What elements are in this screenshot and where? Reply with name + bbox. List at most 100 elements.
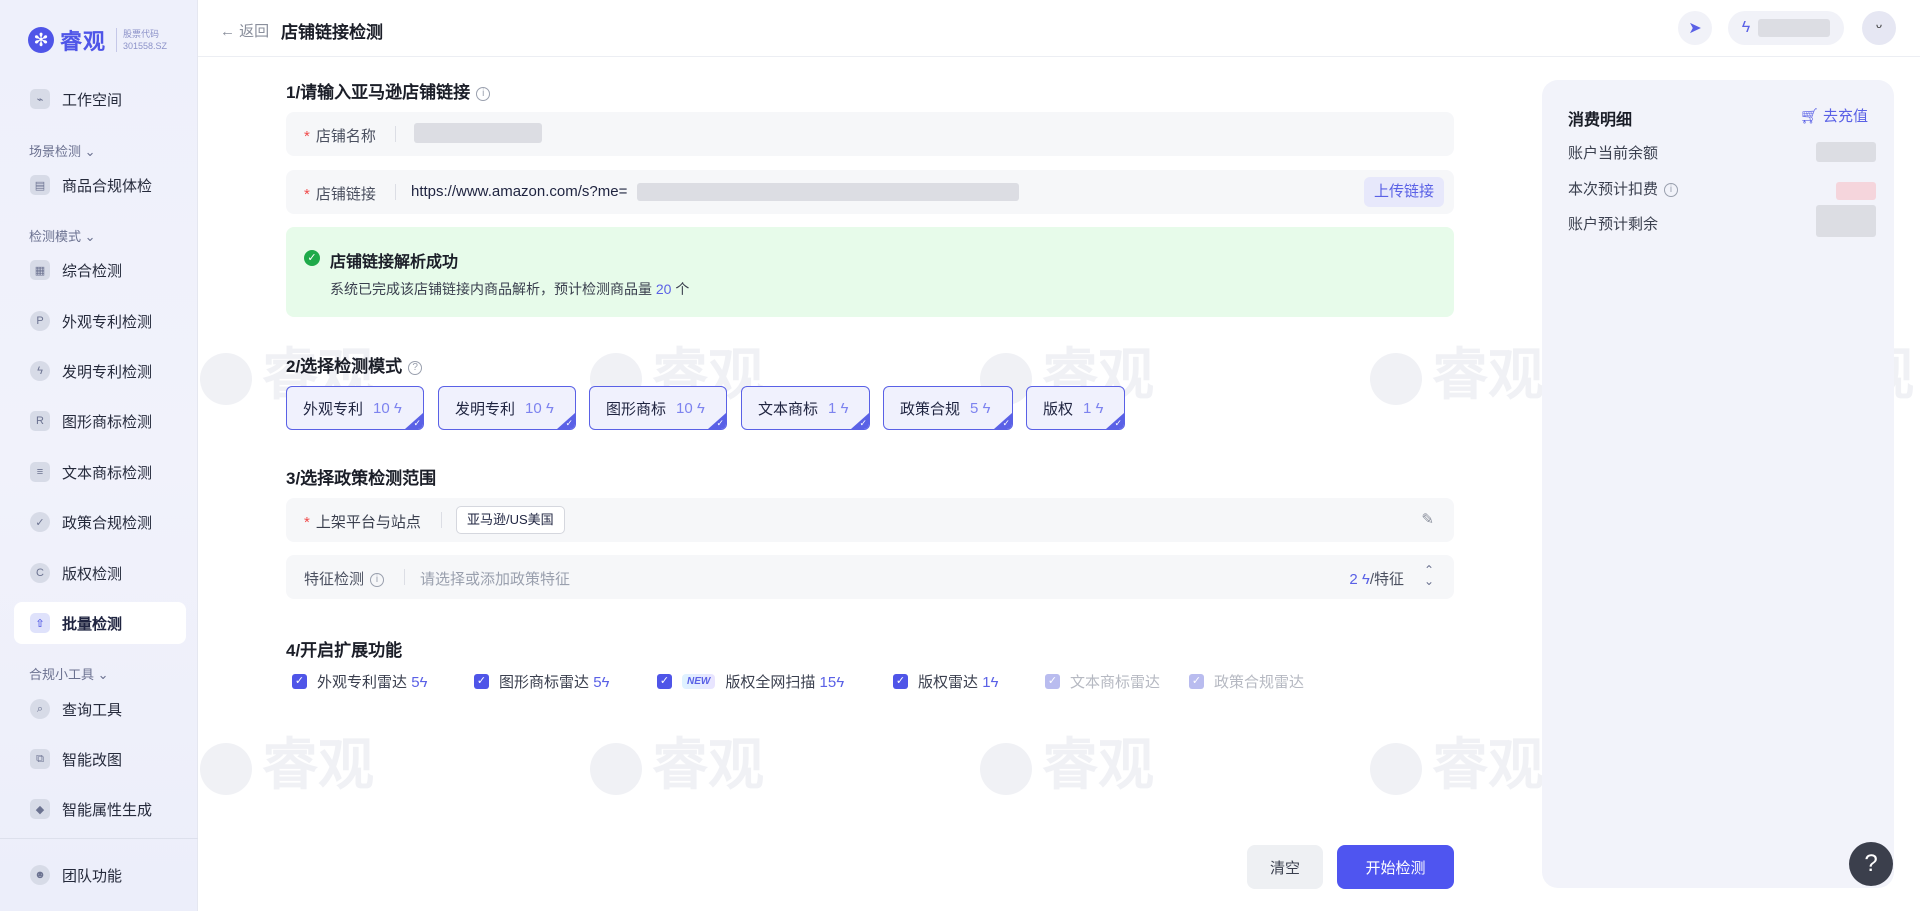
shop-name-field[interactable]: * 店铺名称 — [286, 112, 1454, 156]
sidebar-item-product-check[interactable]: ▤ 商品合规体检 — [14, 164, 186, 206]
text-icon: ≡ — [30, 462, 50, 482]
clear-button[interactable]: 清空 — [1247, 845, 1323, 889]
divider — [404, 569, 405, 585]
mode-invention-patent[interactable]: 发明专利 10 ϟ ✓ — [438, 386, 576, 430]
watermark: 睿观 — [590, 720, 764, 801]
logo-icon: ✻ — [28, 27, 54, 53]
back-link[interactable]: ← 返回 — [220, 20, 269, 41]
sidebar-item-design-patent[interactable]: P 外观专利检测 — [14, 300, 186, 342]
checkbox-checked[interactable]: ✓ — [893, 674, 908, 689]
watermark: 睿观 — [1370, 720, 1544, 801]
bolt-icon: ϟ — [1741, 19, 1751, 36]
chevron-down-icon: ⌄ — [84, 144, 96, 159]
sidebar-item-copyright[interactable]: C 版权检测 — [14, 552, 186, 594]
check-icon: ✓ — [1002, 418, 1010, 428]
avatar[interactable]: ᵕ — [1862, 11, 1896, 45]
checkbox-disabled: ✓ — [1189, 674, 1204, 689]
image-edit-icon: ⧉ — [30, 749, 50, 769]
checkbox-checked[interactable]: ✓ — [474, 674, 489, 689]
feature-input[interactable]: 请选择或添加政策特征 — [420, 568, 570, 589]
credits-button[interactable]: ϟ — [1728, 11, 1844, 45]
success-title: 店铺链接解析成功 — [330, 254, 459, 271]
cart-icon: 🛒︎ — [1799, 108, 1819, 125]
watermark: 睿观 — [1370, 330, 1544, 411]
sidebar-item-smart-edit[interactable]: ⧉ 智能改图 — [14, 738, 186, 780]
option-copyright-radar[interactable]: ✓ 版权雷达 1ϟ — [893, 671, 998, 692]
feature-label: 特征检测 — [304, 571, 365, 588]
help-icon: ? — [408, 360, 423, 375]
option-graphic-radar[interactable]: ✓ 图形商标雷达 5ϟ — [474, 671, 609, 692]
shop-link-field[interactable]: * 店铺链接 https://www.amazon.com/s?me= 上传链接 — [286, 170, 1454, 214]
platform-field[interactable]: * 上架平台与站点 亚马逊/US美国 ✎ — [286, 498, 1454, 542]
chevron-down-icon: ⌄ — [97, 667, 109, 682]
sidebar-item-text-trademark[interactable]: ≡ 文本商标检测 — [14, 451, 186, 493]
platform-tag[interactable]: 亚马逊/US美国 — [456, 506, 565, 534]
sidebar-item-workspace[interactable]: ⌁ 工作空间 — [14, 78, 186, 120]
option-policy-radar: ✓ 政策合规雷达 — [1189, 671, 1304, 692]
balance-label: 账户当前余额 — [1568, 145, 1659, 162]
balance-value — [1816, 142, 1876, 162]
check-icon: ✓ — [716, 418, 724, 428]
sidebar-item-attr-gen[interactable]: ◆ 智能属性生成 — [14, 788, 186, 830]
edit-icon[interactable]: ✎ — [1421, 510, 1434, 528]
check-circle-icon: ✓ — [304, 250, 320, 266]
feature-field[interactable]: 特征检测 i 请选择或添加政策特征 2 ϟ/特征 ⌃ ⌄ — [286, 555, 1454, 599]
section2-title: 2/选择检测模式? — [286, 352, 423, 377]
upload-link-button[interactable]: 上传链接 — [1363, 177, 1444, 207]
sidebar-item-batch[interactable]: ⇧ 批量检测 — [14, 602, 186, 644]
shop-link-value: https://www.amazon.com/s?me= — [411, 183, 628, 200]
search-icon: ⌕ — [30, 699, 50, 719]
check-icon: ✓ — [413, 418, 421, 428]
nav-group-mode[interactable]: 检测模式 ⌄ — [29, 226, 96, 245]
start-button[interactable]: 开始检测 — [1337, 845, 1454, 889]
mode-graphic-trademark[interactable]: 图形商标 10 ϟ ✓ — [589, 386, 727, 430]
info-icon: i — [1664, 183, 1679, 198]
shop-name-value — [414, 123, 542, 143]
watermark: 睿观 — [200, 720, 374, 801]
shield-icon: ✓ — [30, 512, 50, 532]
option-design-radar[interactable]: ✓ 外观专利雷达 5ϟ — [292, 671, 427, 692]
divider — [441, 512, 442, 528]
nav-group-scene[interactable]: 场景检测 ⌄ — [29, 141, 96, 160]
mode-text-trademark[interactable]: 文本商标 1 ϟ ✓ — [741, 386, 870, 430]
check-icon: ✓ — [859, 418, 867, 428]
success-text: 系统已完成该店铺链接内商品解析，预计检测商品量 20 个 — [330, 281, 690, 297]
sidebar-item-invention-patent[interactable]: ϟ 发明专利检测 — [14, 350, 186, 392]
cost-panel: 消费明细 🛒︎ 去充值 账户当前余额 本次预计扣费 i 账户预计剩余 — [1542, 80, 1894, 888]
top-header: ← 返回 店铺链接检测 ➤ ϟ ᵕ — [198, 0, 1920, 57]
check-icon: ✓ — [1114, 418, 1122, 428]
sidebar-item-comprehensive[interactable]: ▦ 综合检测 — [14, 249, 186, 291]
option-text-radar: ✓ 文本商标雷达 — [1045, 671, 1160, 692]
mode-policy[interactable]: 政策合规 5 ϟ ✓ — [883, 386, 1013, 430]
chart-icon: ⌁ — [30, 89, 50, 109]
section4-title: 4/开启扩展功能 — [286, 641, 403, 660]
printer-icon: ▤ — [30, 175, 50, 195]
mode-design-patent[interactable]: 外观专利 10 ϟ ✓ — [286, 386, 424, 430]
sidebar-item-team[interactable]: ☻ 团队功能 — [14, 854, 186, 896]
nav-group-tools[interactable]: 合规小工具 ⌄ — [29, 664, 109, 683]
sidebar-item-query[interactable]: ⌕ 查询工具 — [14, 688, 186, 730]
arrow-left-icon: ← — [220, 23, 235, 40]
bolt-icon: ϟ — [30, 361, 50, 381]
mode-copyright[interactable]: 版权 1 ϟ ✓ — [1026, 386, 1125, 430]
platform-label: 上架平台与站点 — [315, 514, 421, 531]
upload-icon: ⇧ — [30, 613, 50, 633]
send-icon[interactable]: ➤ — [1678, 11, 1712, 45]
team-icon: ☻ — [30, 865, 50, 885]
checkbox-checked[interactable]: ✓ — [292, 674, 307, 689]
success-banner: ✓ 店铺链接解析成功 系统已完成该店铺链接内商品解析，预计检测商品量 20 个 — [286, 227, 1454, 317]
stepper-icon[interactable]: ⌃ ⌄ — [1424, 564, 1434, 587]
sidebar-item-policy[interactable]: ✓ 政策合规检测 — [14, 501, 186, 543]
checkbox-checked[interactable]: ✓ — [657, 674, 672, 689]
sidebar-item-graphic-trademark[interactable]: R 图形商标检测 — [14, 400, 186, 442]
help-button[interactable]: ? — [1849, 842, 1893, 886]
brand-logo[interactable]: ✻ 睿观 股票代码 301558.SZ — [28, 24, 167, 56]
recharge-link[interactable]: 🛒︎ 去充值 — [1800, 105, 1868, 126]
info-icon: i — [476, 86, 491, 101]
option-copyright-scan[interactable]: ✓ NEW 版权全网扫描 15ϟ — [657, 671, 844, 692]
divider — [395, 184, 396, 200]
copyright-c-icon: C — [30, 563, 50, 583]
trademark-r-icon: R — [30, 411, 50, 431]
shop-link-label: 店铺链接 — [315, 186, 376, 203]
shop-name-label: 店铺名称 — [315, 128, 376, 145]
